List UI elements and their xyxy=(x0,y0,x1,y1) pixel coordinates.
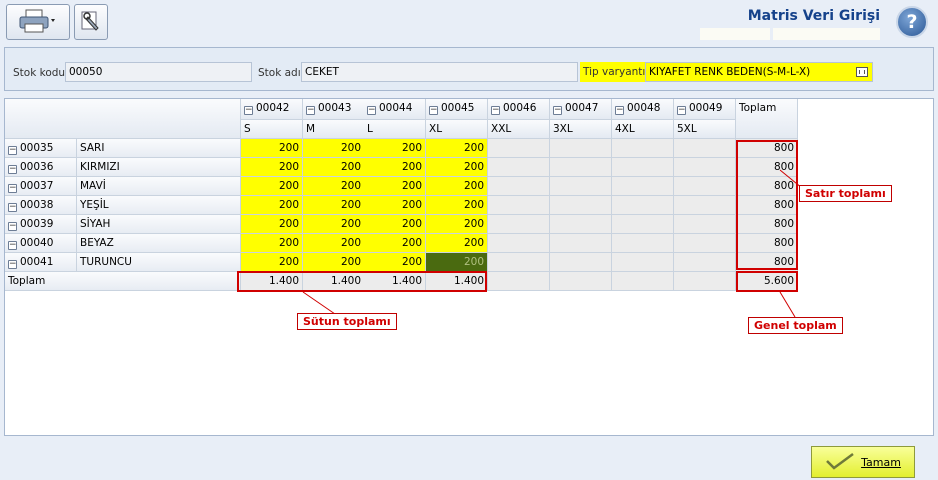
checkmark-icon xyxy=(825,452,855,473)
row-total-callout: Satır toplamı xyxy=(799,185,892,202)
annotation-connectors xyxy=(302,169,803,318)
ok-label: Tamam xyxy=(861,455,901,469)
column-total-callout: Sütun toplamı xyxy=(297,313,397,330)
grand-total-callout: Genel toplam xyxy=(748,317,843,334)
ok-button[interactable]: Tamam xyxy=(811,446,915,478)
